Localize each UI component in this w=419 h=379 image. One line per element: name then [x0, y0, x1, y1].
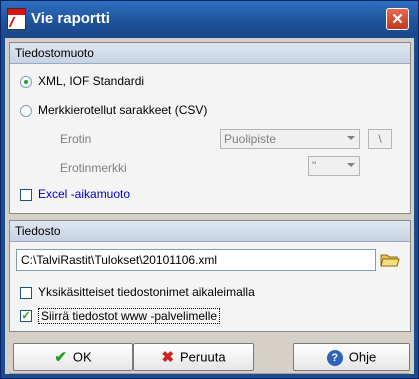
separator-select[interactable]: Puolipiste: [220, 129, 360, 149]
chevron-down-icon: [347, 163, 355, 167]
file-format-group: Tiedostomuoto XML, IOF Standardi Merkkie…: [9, 42, 411, 214]
file-group-title: Tiedosto: [10, 221, 410, 242]
text-marker-select-value: ": [312, 159, 317, 173]
check-icon: ✔: [54, 348, 67, 366]
chevron-down-icon: [347, 136, 355, 140]
divider: [9, 373, 409, 374]
window-title: Vie raportti: [31, 10, 110, 27]
upload-to-server-label[interactable]: Siirrä tiedostot www -palvelimelle: [38, 308, 221, 324]
help-button[interactable]: ? Ohje: [293, 343, 410, 371]
excel-time-label[interactable]: Excel -aikamuoto: [38, 187, 130, 201]
ok-button-label: OK: [72, 349, 92, 365]
ok-button[interactable]: ✔ OK: [13, 343, 133, 371]
dialog-window: Vie raportti ✕ Tiedostomuoto XML, IOF St…: [0, 0, 419, 379]
app-icon: [7, 8, 27, 30]
title-bar[interactable]: Vie raportti ✕: [1, 1, 418, 37]
cancel-button-label: Peruuta: [180, 349, 226, 365]
separator-label: Erotin: [60, 132, 92, 146]
help-button-label: Ohje: [348, 349, 377, 365]
xml-radio[interactable]: [20, 76, 32, 88]
excel-time-checkbox[interactable]: [20, 189, 32, 201]
separator-select-value: Puolipiste: [224, 132, 277, 146]
text-marker-label: Erotinmerkki: [60, 161, 127, 175]
individual-filenames-checkbox[interactable]: [20, 287, 32, 299]
file-group: Tiedosto C:\TalviRastit\Tulokset\2010110…: [9, 220, 411, 332]
file-format-title: Tiedostomuoto: [10, 43, 410, 64]
dialog-body: Tiedostomuoto XML, IOF Standardi Merkkie…: [5, 38, 414, 374]
separator-char-field[interactable]: \: [368, 129, 392, 149]
upload-to-server-checkbox[interactable]: ✓: [20, 310, 32, 322]
cross-icon: ✖: [161, 348, 175, 366]
csv-radio-label[interactable]: Merkkierotellut sarakkeet (CSV): [38, 103, 207, 117]
cancel-button[interactable]: ✖ Peruuta: [133, 343, 254, 371]
close-icon[interactable]: ✕: [386, 8, 409, 30]
folder-open-icon[interactable]: [380, 251, 400, 268]
help-icon: ?: [326, 349, 343, 366]
xml-radio-label[interactable]: XML, IOF Standardi: [38, 74, 144, 88]
text-marker-select[interactable]: ": [308, 156, 360, 176]
file-path-input[interactable]: C:\TalviRastit\Tulokset\20101106.xml: [16, 249, 376, 271]
individual-filenames-label[interactable]: Yksikäsitteiset tiedostonimet aikaleimal…: [38, 285, 255, 299]
csv-radio[interactable]: [20, 105, 32, 117]
